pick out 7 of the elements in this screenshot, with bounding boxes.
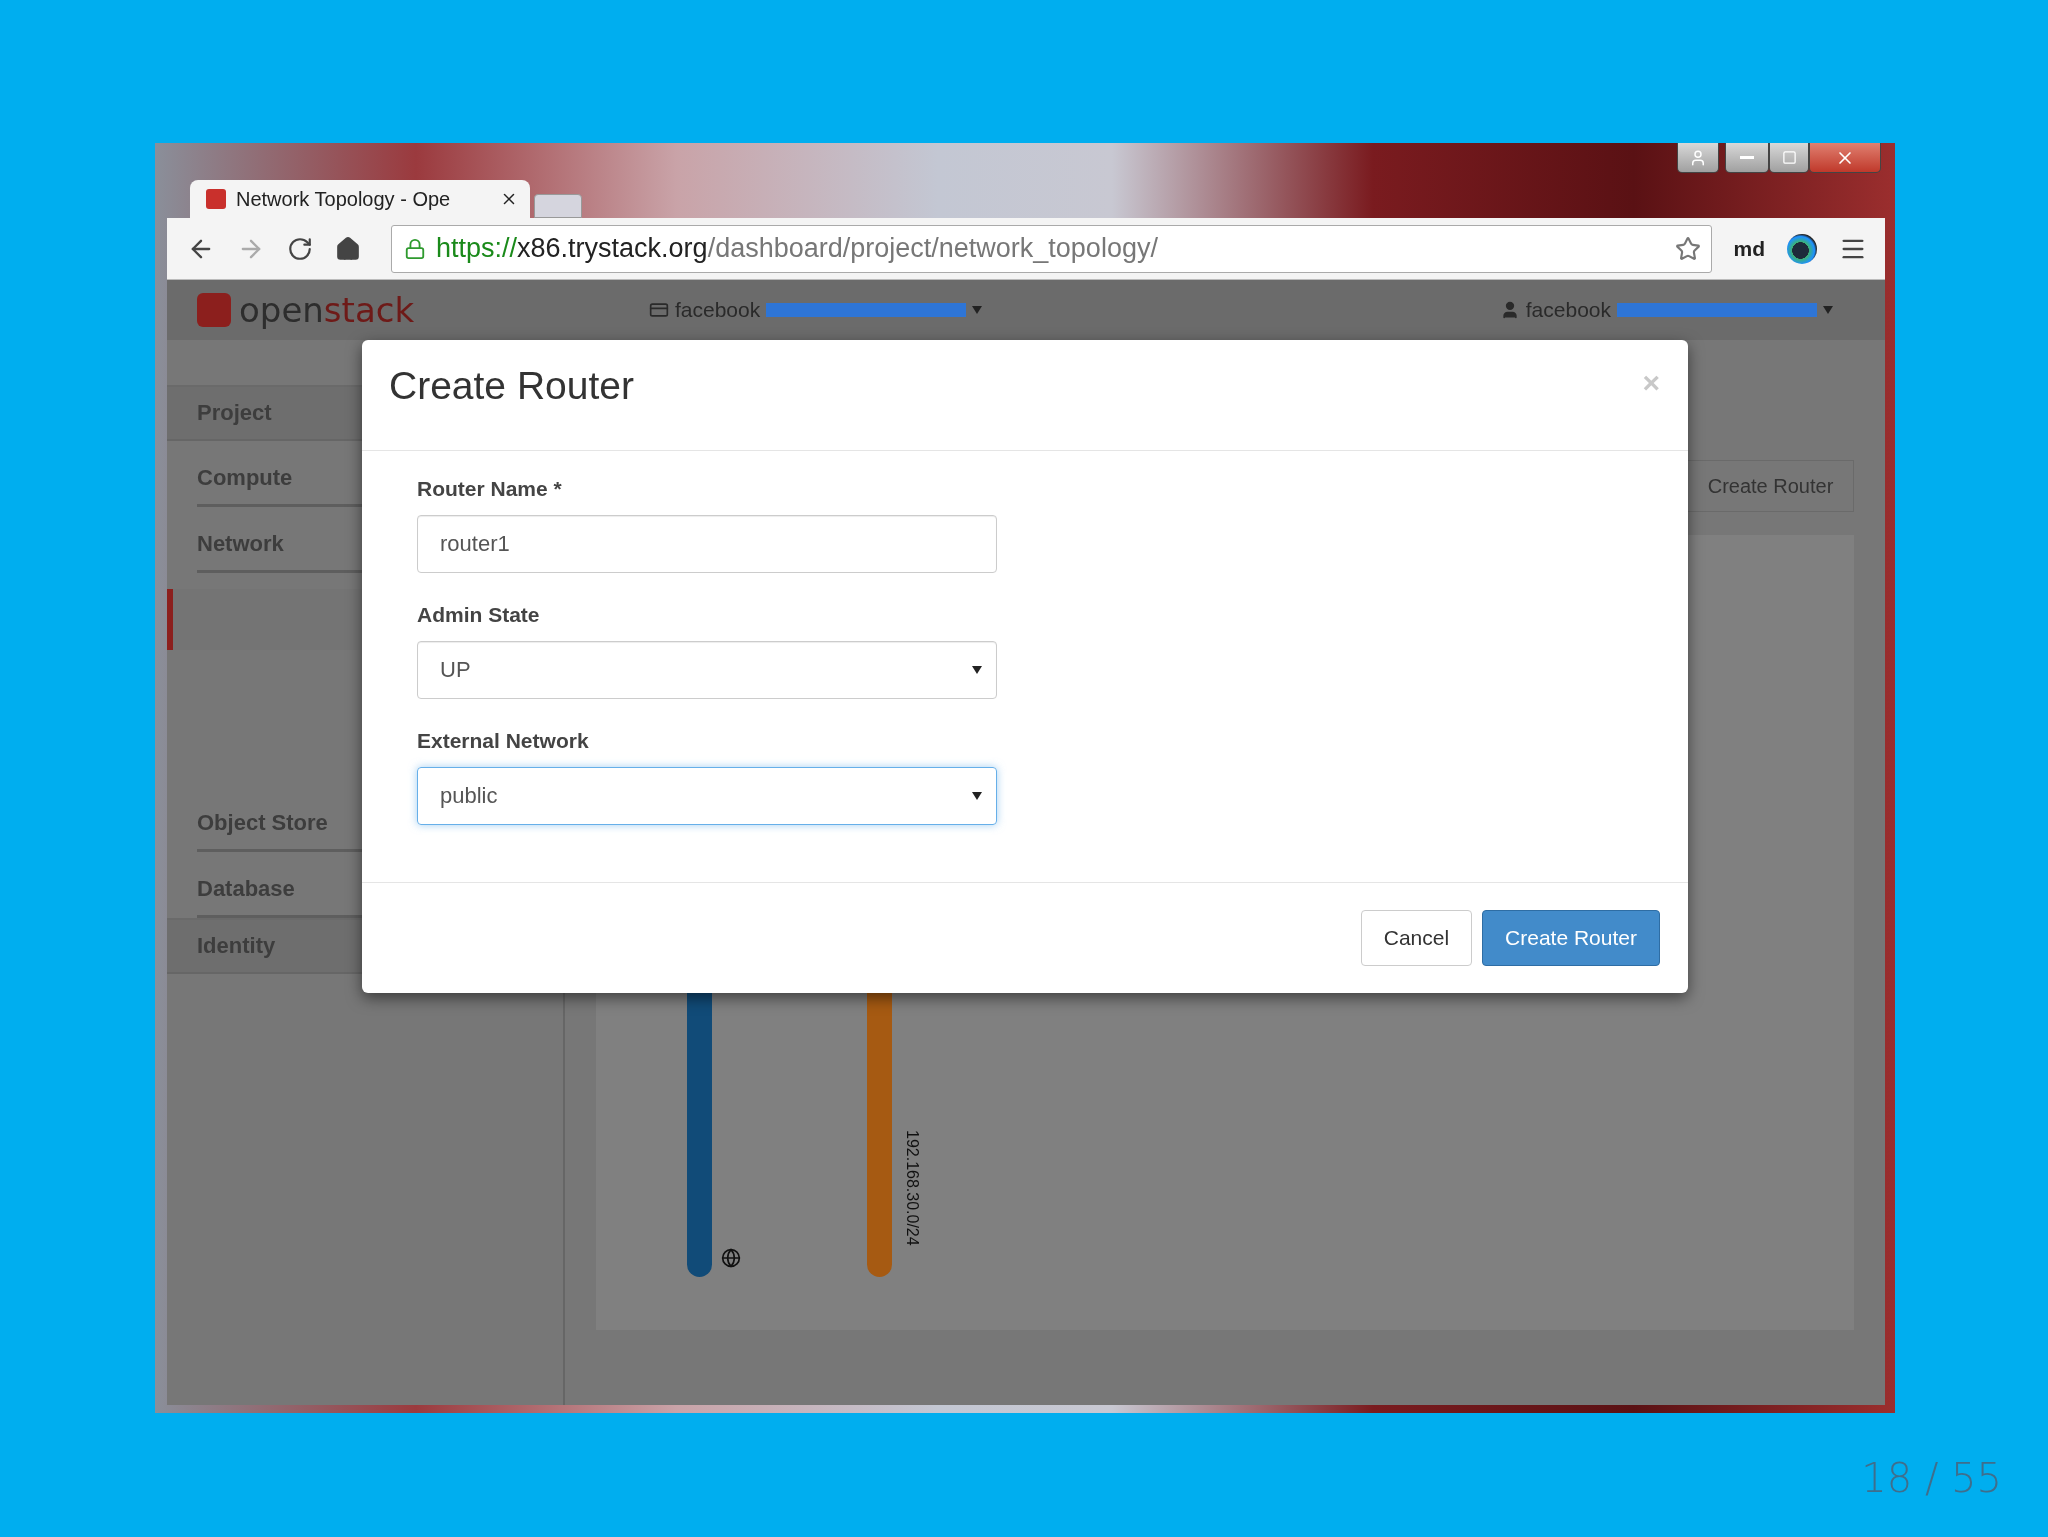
network-label: 192.168.30.0/24 bbox=[903, 1130, 921, 1246]
url-text: https://x86.trystack.org/dashboard/project/network_topology/ bbox=[436, 233, 1159, 264]
field-label: External Network bbox=[417, 729, 590, 753]
page-number: 18 / 55 bbox=[1861, 1455, 2002, 1501]
field-label: Admin State bbox=[417, 603, 541, 627]
dialog-title: Create Router bbox=[389, 364, 634, 408]
field-label: Router Name * bbox=[417, 477, 563, 501]
